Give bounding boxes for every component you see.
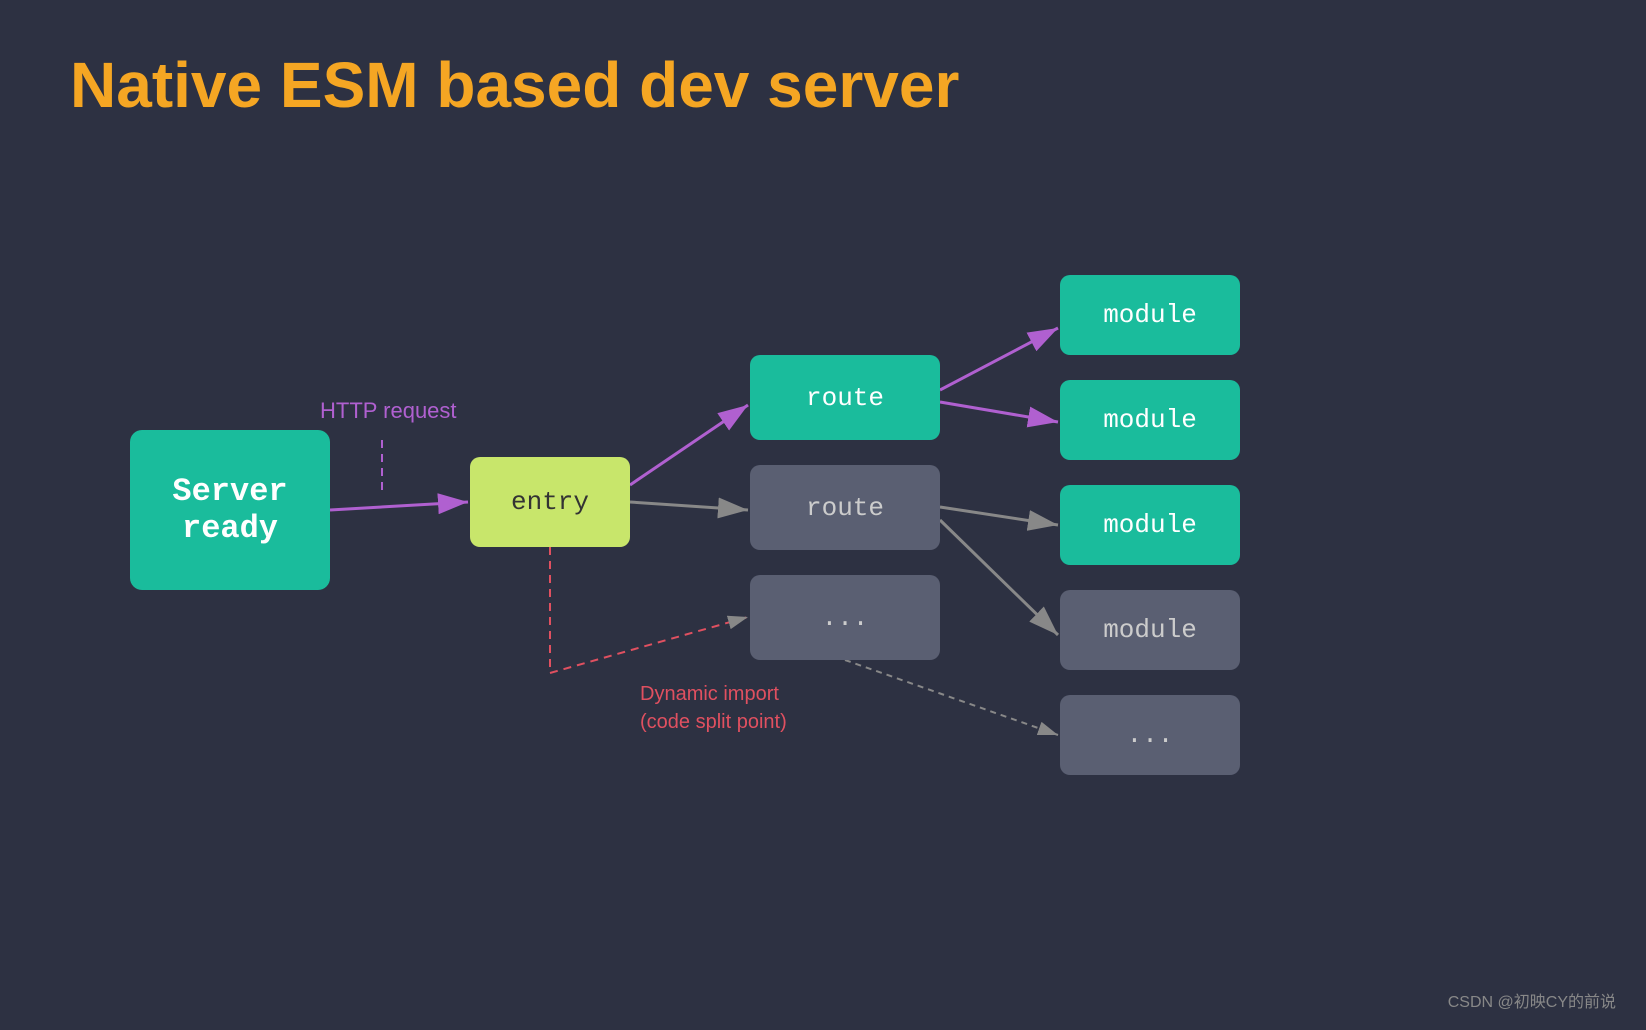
slide-title: Native ESM based dev server xyxy=(70,48,959,122)
dots2-node: ... xyxy=(1060,695,1240,775)
route1-node: route xyxy=(750,355,940,440)
module2-label: module xyxy=(1103,405,1197,435)
module2-node: module xyxy=(1060,380,1240,460)
module4-node: module xyxy=(1060,590,1240,670)
module3-node: module xyxy=(1060,485,1240,565)
route2-node: route xyxy=(750,465,940,550)
watermark: CSDN @初映CY的前说 xyxy=(1448,988,1616,1012)
entry-label: entry xyxy=(511,487,589,517)
module4-label: module xyxy=(1103,615,1197,645)
entry-node: entry xyxy=(470,457,630,547)
server-ready-node: Serverready xyxy=(130,430,330,590)
route2-label: route xyxy=(806,493,884,523)
module1-label: module xyxy=(1103,300,1197,330)
dots1-node: ... xyxy=(750,575,940,660)
http-request-label: HTTP request xyxy=(320,398,457,424)
module3-label: module xyxy=(1103,510,1197,540)
module1-node: module xyxy=(1060,275,1240,355)
server-ready-label: Serverready xyxy=(172,473,287,547)
diagram-area: Serverready entry route route ... module… xyxy=(0,180,1646,960)
route1-label: route xyxy=(806,383,884,413)
dots2-label: ... xyxy=(1127,720,1174,750)
dots1-label: ... xyxy=(822,603,869,633)
dynamic-import-label: Dynamic import(code split point) xyxy=(640,680,787,736)
